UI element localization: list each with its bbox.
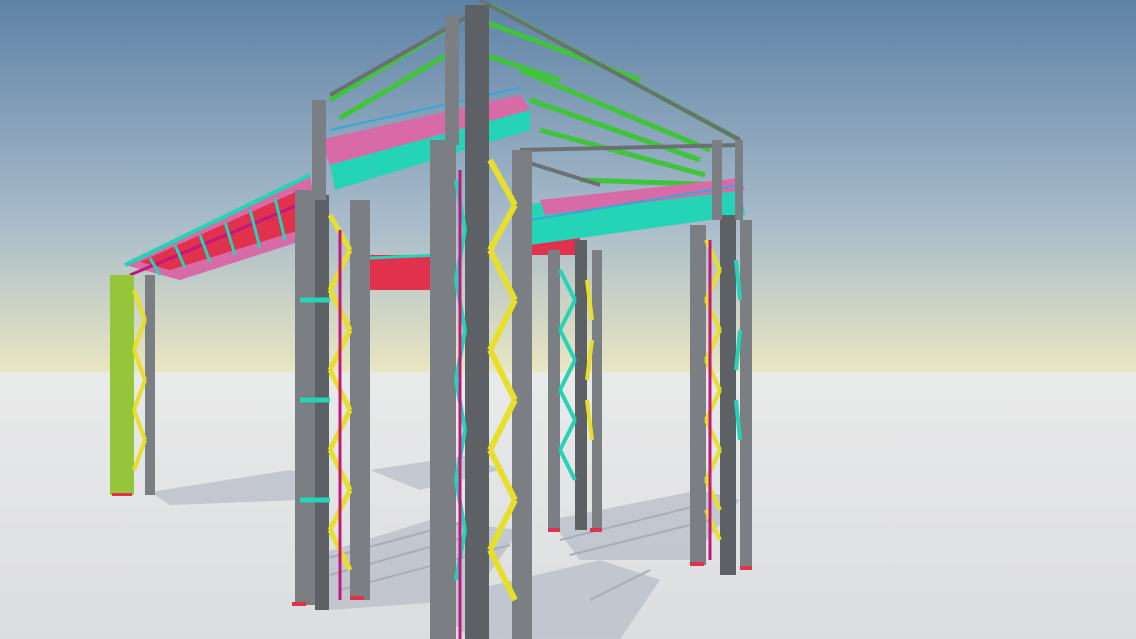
structure-render xyxy=(0,0,1136,639)
left-column xyxy=(110,275,155,495)
tower-back-center xyxy=(548,240,602,530)
